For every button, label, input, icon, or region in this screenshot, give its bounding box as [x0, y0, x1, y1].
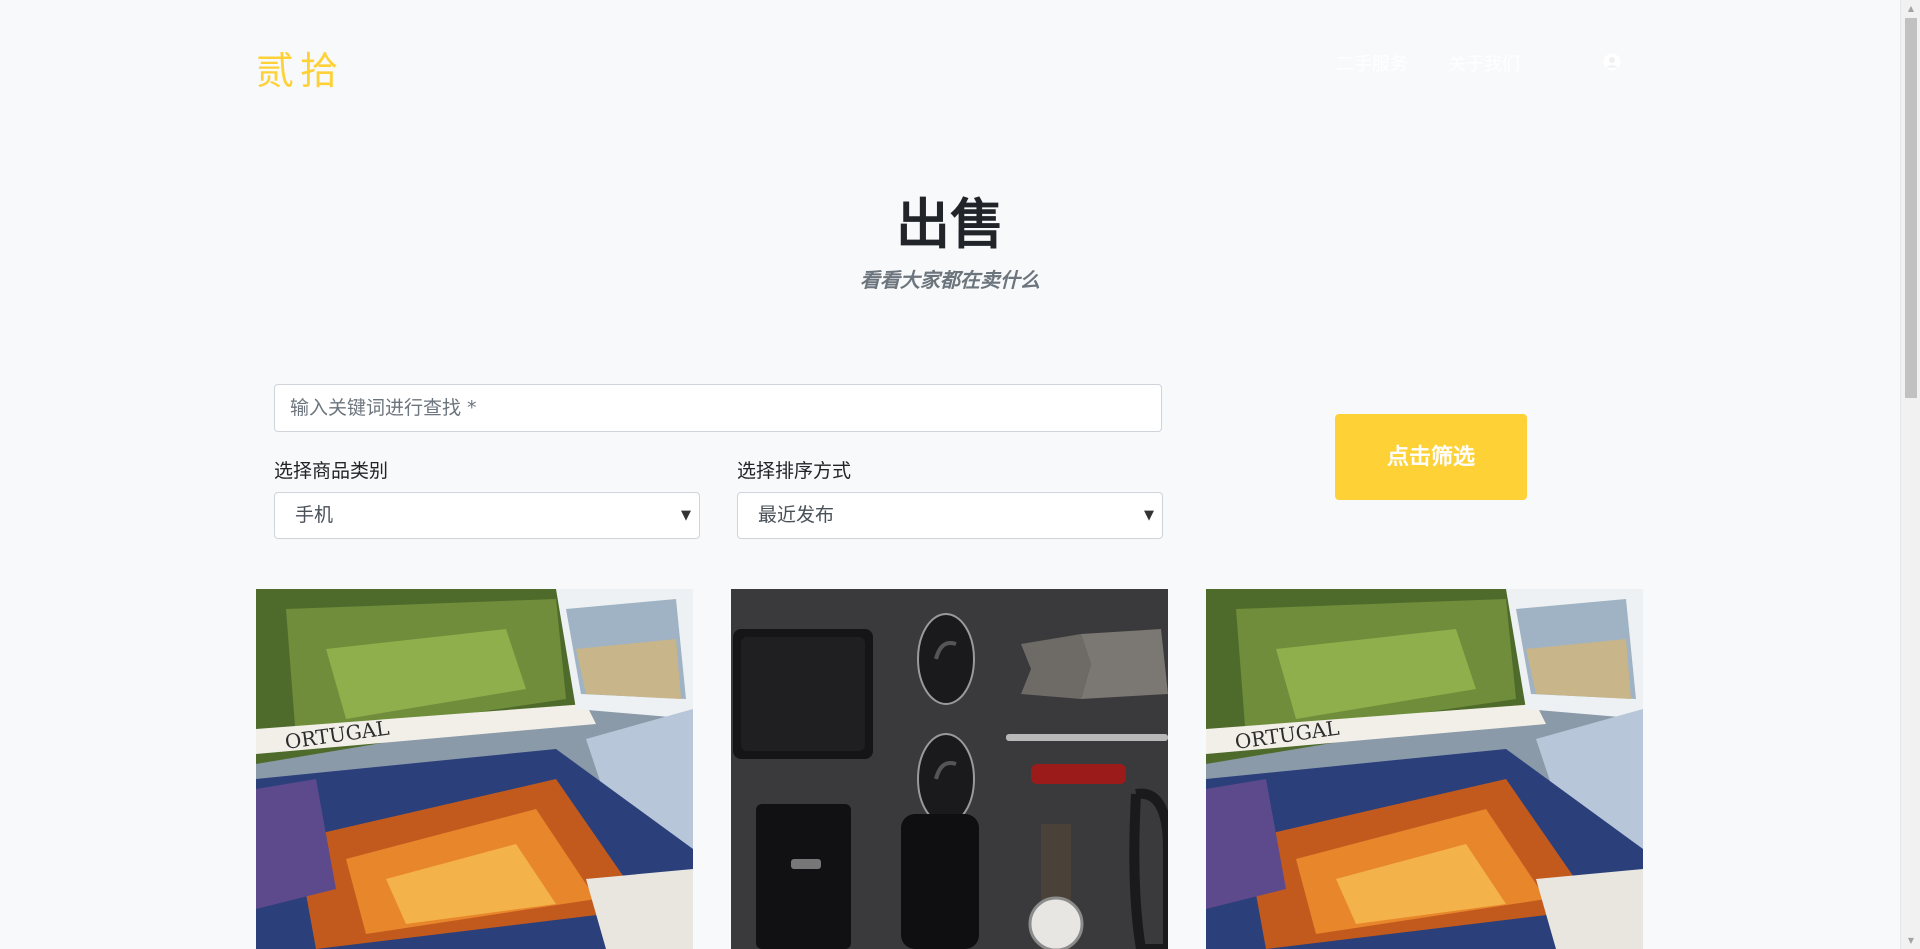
filter-submit-button[interactable]: 点击筛选 [1335, 414, 1527, 500]
nav-link-about[interactable]: 关于我们 [1448, 50, 1520, 76]
category-selected-value: 手机 [295, 504, 334, 526]
search-input[interactable] [274, 384, 1162, 432]
page-title: 出售 [896, 193, 1004, 256]
scrollbar-thumb[interactable] [1905, 18, 1917, 398]
navbar: 贰拾 二手服务 关于我们 [0, 0, 1900, 125]
scroll-up-icon[interactable]: ▲ [1901, 0, 1920, 17]
scroll-down-icon[interactable]: ▼ [1901, 932, 1920, 949]
product-card[interactable]: ORTUGAL [1206, 589, 1643, 949]
user-circle-icon[interactable] [1603, 53, 1621, 71]
flatlay-accessories-photo [731, 589, 1168, 949]
page-scrollbar[interactable]: ▲ ▼ [1900, 0, 1920, 949]
sort-label: 选择排序方式 [737, 460, 852, 482]
dropdown-arrow-icon: ▼ [1144, 508, 1154, 523]
postcards-photo: ORTUGAL [1206, 589, 1643, 949]
product-card[interactable] [731, 589, 1168, 949]
sort-select[interactable]: 最近发布 ▼ [737, 492, 1163, 539]
category-select[interactable]: 手机 ▼ [274, 492, 700, 539]
page-subtitle: 看看大家都在卖什么 [860, 268, 1040, 292]
sort-selected-value: 最近发布 [758, 504, 835, 526]
product-card[interactable]: ORTUGAL [256, 589, 693, 949]
category-label: 选择商品类别 [274, 460, 389, 482]
nav-link-services[interactable]: 二手服务 [1336, 50, 1408, 76]
dropdown-arrow-icon: ▼ [681, 508, 691, 523]
postcards-photo: ORTUGAL [256, 589, 693, 949]
brand-logo[interactable]: 贰拾 [256, 40, 344, 95]
